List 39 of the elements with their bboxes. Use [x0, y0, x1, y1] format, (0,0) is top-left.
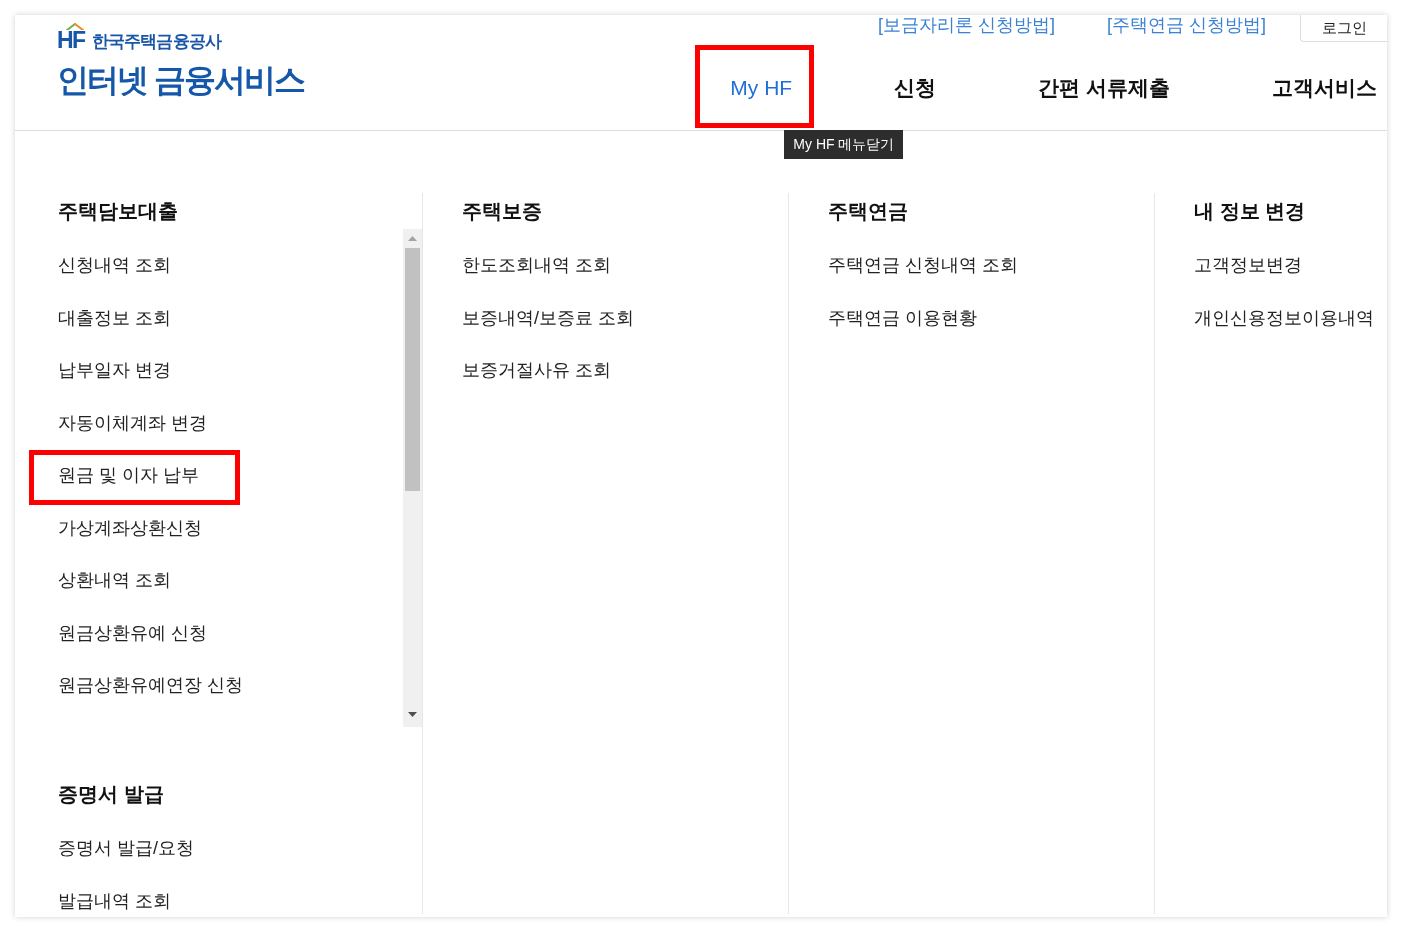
scroll-up-icon[interactable] — [408, 236, 417, 241]
menu-link[interactable]: 한도조회내역 조회 — [462, 252, 611, 278]
guide-link[interactable]: [주택연금 신청방법] — [1107, 15, 1266, 35]
menu-link[interactable]: 대출정보 조회 — [58, 304, 171, 331]
menu-link[interactable]: 원금상환유예 신청 — [58, 619, 207, 646]
nav-tab[interactable]: My HF — [730, 45, 793, 130]
roof-icon — [66, 23, 84, 30]
service-title: 인터넷 금융서비스 — [57, 61, 304, 99]
menu-link[interactable]: 주택연금 신청내역 조회 — [828, 252, 1018, 278]
menu-link[interactable]: 보증내역/보증료 조회 — [462, 304, 634, 331]
organization-name: 한국주택금융공사 — [91, 31, 222, 52]
menu-link[interactable]: 발급내역 조회 — [58, 887, 171, 914]
menu-link[interactable]: 가상계좌상환신청 — [58, 514, 202, 541]
login-button[interactable]: 로그인 — [1300, 15, 1387, 42]
nav-tab[interactable]: 고객서비스 — [1272, 45, 1377, 130]
menu-link[interactable]: 납부일자 변경 — [58, 357, 171, 383]
section-heading: 주택보증 — [462, 199, 542, 224]
section-heading: 내 정보 변경 — [1194, 199, 1306, 224]
guide-link[interactable]: [보금자리론 신청방법] — [877, 15, 1055, 35]
tooltip: My HF 메뉴닫기 — [784, 130, 904, 159]
menu-link[interactable]: 주택연금 이용현황 — [828, 304, 977, 331]
section-heading: 주택담보대출 — [58, 199, 178, 224]
section-heading: 주택연금 — [828, 199, 908, 224]
logo-mark: HF — [57, 29, 85, 52]
menu-link[interactable]: 고객정보변경 — [1194, 252, 1302, 278]
menu-link[interactable]: 신청내역 조회 — [58, 252, 171, 278]
scrollbar[interactable] — [403, 229, 422, 727]
nav-tab[interactable]: 간편 서류제출 — [1038, 45, 1170, 130]
scrollbar-thumb[interactable] — [405, 248, 420, 491]
menu-link[interactable]: 자동이체계좌 변경 — [58, 409, 207, 436]
section-heading: 증명서 발급 — [58, 782, 164, 807]
menu-link[interactable]: 증명서 발급/요청 — [58, 835, 194, 861]
menu-link[interactable]: 개인신용정보이용내역 — [1194, 304, 1374, 331]
menu-link[interactable]: 원금 및 이자 납부 — [58, 462, 199, 488]
nav-tab[interactable]: 신청 — [894, 45, 937, 130]
scroll-down-icon[interactable] — [408, 712, 417, 717]
menu-link[interactable]: 상환내역 조회 — [58, 567, 171, 593]
menu-link[interactable]: 보증거절사유 조회 — [462, 357, 611, 383]
menu-link[interactable]: 원금상환유예연장 신청 — [58, 672, 243, 698]
